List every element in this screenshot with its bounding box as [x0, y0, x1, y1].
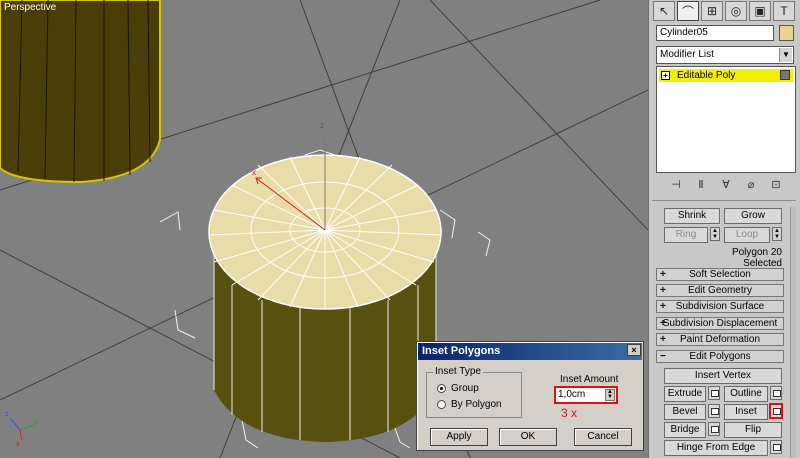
inset-polygons-dialog: Inset Polygons × Inset Type Group By Pol…: [416, 341, 644, 451]
rollout-label: Subdivision Surface: [675, 301, 765, 312]
outline-settings-icon[interactable]: [770, 386, 782, 400]
inset-type-group: Inset Type Group By Polygon: [426, 366, 522, 418]
annotation-text: 3 x: [561, 406, 578, 420]
inset-type-label: Inset Type: [433, 366, 483, 377]
extrude-button[interactable]: Extrude: [664, 386, 706, 402]
rollout-label: Paint Deformation: [679, 334, 761, 345]
show-end-result-icon[interactable]: Ⅱ: [693, 178, 709, 192]
make-unique-icon[interactable]: ∀: [718, 178, 734, 192]
radio-by-polygon-option[interactable]: By Polygon: [437, 399, 502, 410]
bridge-button[interactable]: Bridge: [664, 422, 706, 438]
bevel-button[interactable]: Bevel: [664, 404, 706, 420]
svg-text:x: x: [252, 168, 256, 177]
pin-stack-icon[interactable]: ⊣: [668, 178, 684, 192]
rollout-edit-geometry[interactable]: + Edit Geometry: [656, 284, 784, 297]
ring-spinner[interactable]: ▲ ▼: [710, 227, 720, 241]
loop-button[interactable]: Loop: [724, 227, 770, 243]
inset-amount-value[interactable]: 1,0cm: [558, 389, 585, 400]
rollout-label: Soft Selection: [689, 269, 751, 280]
selection-status: Polygon 20 Selected: [731, 247, 782, 269]
extrude-settings-icon[interactable]: [708, 386, 720, 400]
rollout-edit-polygons[interactable]: − Edit Polygons: [656, 350, 784, 363]
inset-amount-spinner[interactable]: ▲ ▼: [605, 389, 615, 401]
rollout-paint-deformation[interactable]: + Paint Deformation: [656, 333, 784, 346]
bridge-settings-icon[interactable]: [708, 422, 720, 436]
insert-vertex-button[interactable]: Insert Vertex: [664, 368, 782, 384]
hinge-settings-icon[interactable]: [770, 440, 782, 454]
dialog-title[interactable]: Inset Polygons: [418, 343, 642, 360]
hierarchy-tab-icon[interactable]: ⊞: [701, 1, 723, 21]
cancel-button[interactable]: Cancel: [574, 428, 632, 446]
rollout-label: Subdivision Displacement: [662, 318, 778, 329]
expand-icon[interactable]: +: [661, 71, 670, 80]
background-cylinder: [0, 0, 161, 184]
configure-sets-icon[interactable]: ⊡: [768, 178, 784, 192]
panel-divider: [652, 200, 796, 201]
svg-text:z: z: [320, 121, 324, 130]
svg-text:z: z: [5, 411, 9, 418]
stack-item-label: Editable Poly: [677, 70, 736, 81]
inset-amount-label: Inset Amount: [560, 374, 619, 385]
panel-scrollbar[interactable]: [790, 207, 796, 458]
radio-by-polygon-label: By Polygon: [451, 399, 502, 410]
radio-group-option[interactable]: Group: [437, 383, 479, 394]
ok-button[interactable]: OK: [499, 428, 557, 446]
modifier-list-dropdown[interactable]: Modifier List ▼: [656, 46, 794, 64]
inset-button[interactable]: Inset: [724, 404, 768, 420]
create-tab-icon[interactable]: ↖: [653, 1, 675, 21]
apply-button[interactable]: Apply: [430, 428, 488, 446]
hinge-from-edge-button[interactable]: Hinge From Edge: [664, 440, 768, 456]
chevron-down-icon[interactable]: ▼: [779, 48, 792, 62]
modifier-toggle-icon[interactable]: [780, 70, 790, 80]
axis-tripod: z y x: [5, 411, 38, 448]
rollout-subdivision-surface[interactable]: + Subdivision Surface: [656, 300, 784, 313]
motion-tab-icon[interactable]: ◎: [725, 1, 747, 21]
stack-toolbar: ⊣ Ⅱ ∀ ⌀ ⊡: [656, 178, 796, 196]
rollout-soft-selection[interactable]: + Soft Selection: [656, 268, 784, 281]
stack-item-editable-poly[interactable]: + Editable Poly: [659, 69, 793, 82]
rollout-label: Edit Polygons: [689, 351, 751, 362]
outline-button[interactable]: Outline: [724, 386, 768, 402]
utilities-tab-icon[interactable]: T: [773, 1, 795, 21]
grow-button[interactable]: Grow: [724, 208, 782, 224]
close-icon[interactable]: ×: [627, 344, 641, 356]
viewport-label[interactable]: Perspective: [4, 2, 56, 13]
modify-tab-icon[interactable]: ⌒: [677, 1, 699, 21]
radio-group-label: Group: [451, 383, 479, 394]
radio-button-icon[interactable]: [437, 400, 446, 409]
svg-text:x: x: [16, 441, 20, 448]
inset-amount-field[interactable]: 1,0cm ▲ ▼: [554, 386, 618, 404]
shrink-button[interactable]: Shrink: [664, 208, 720, 224]
bevel-settings-icon[interactable]: [708, 404, 720, 418]
flip-button[interactable]: Flip: [724, 422, 782, 438]
remove-modifier-icon[interactable]: ⌀: [743, 178, 759, 192]
inset-settings-icon[interactable]: [769, 403, 783, 419]
svg-text:y: y: [34, 419, 38, 426]
display-tab-icon[interactable]: ▣: [749, 1, 771, 21]
command-panel-tabs: ↖ ⌒ ⊞ ◎ ▣ T: [653, 1, 797, 23]
rollout-subdivision-displacement[interactable]: + Subdivision Displacement: [656, 317, 784, 330]
rollout-label: Edit Geometry: [688, 285, 752, 296]
object-name-field[interactable]: Cylinder05: [656, 25, 774, 41]
radio-button-icon[interactable]: [437, 384, 446, 393]
ring-button[interactable]: Ring: [664, 227, 708, 243]
object-color-swatch[interactable]: [779, 25, 794, 41]
loop-spinner[interactable]: ▲ ▼: [772, 227, 782, 241]
modifier-list-label: Modifier List: [660, 49, 714, 60]
modifier-stack[interactable]: + Editable Poly: [656, 66, 796, 173]
